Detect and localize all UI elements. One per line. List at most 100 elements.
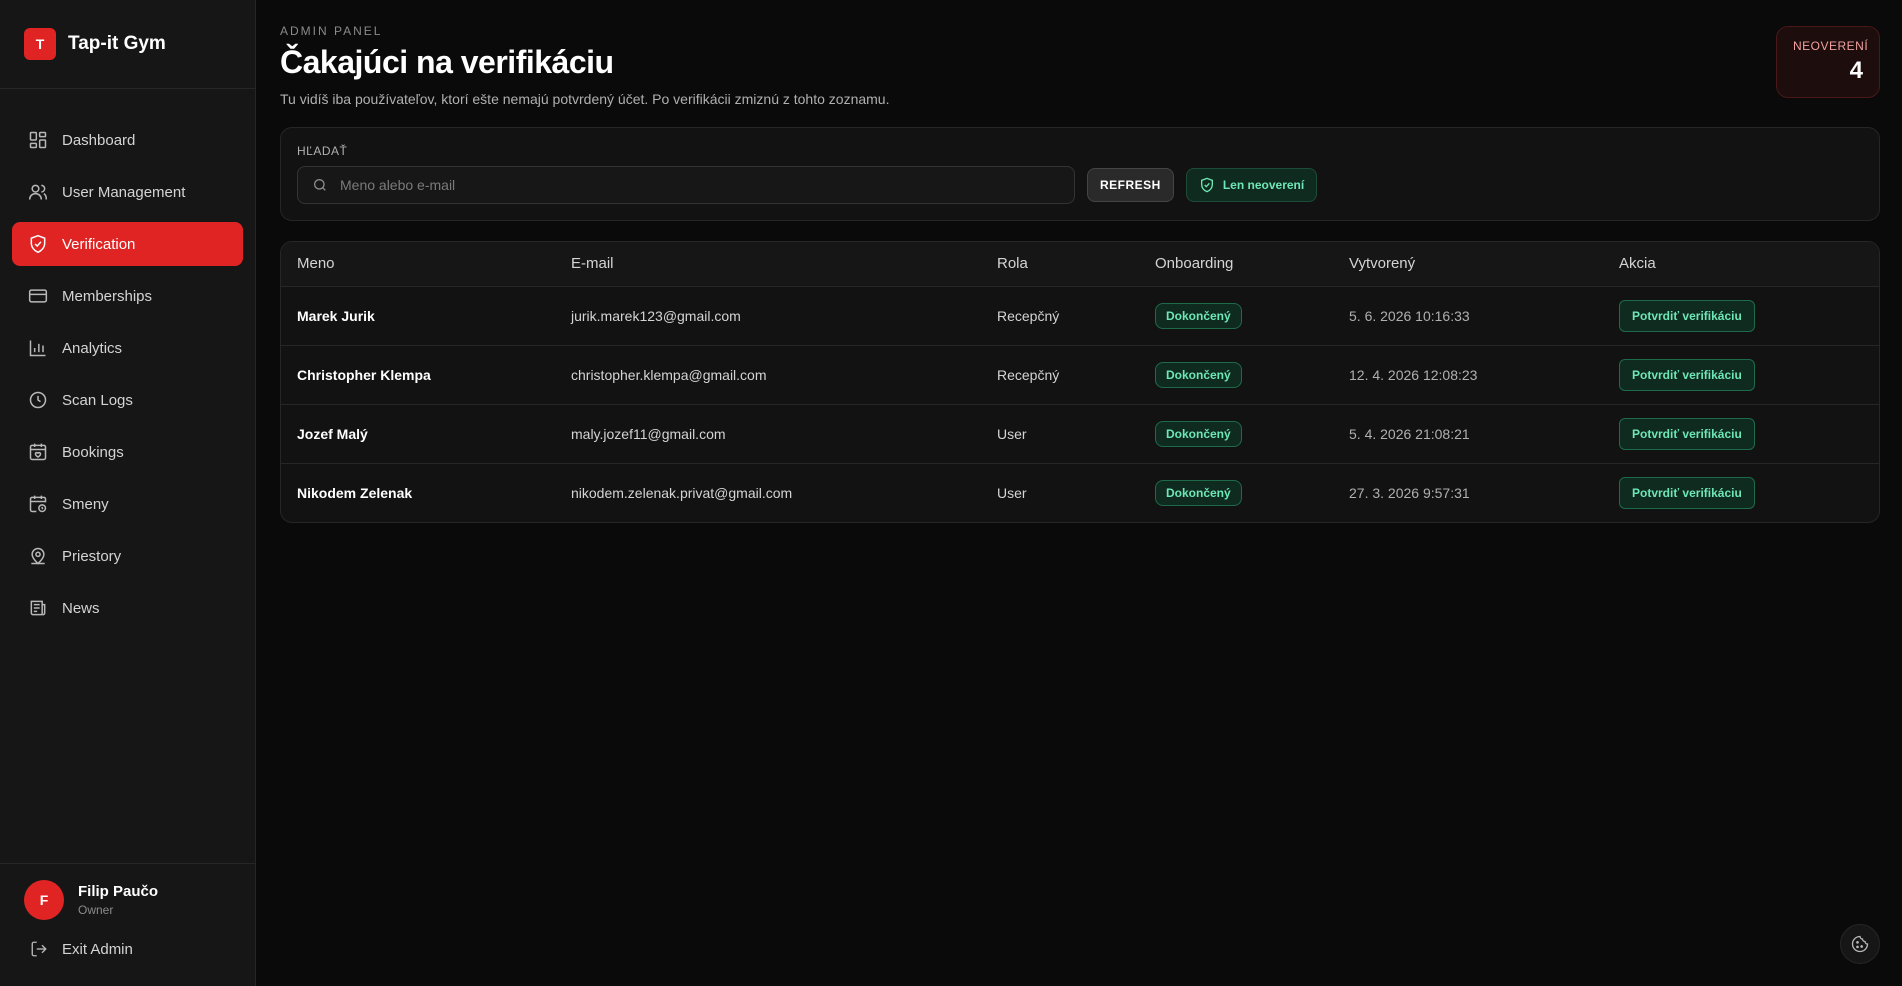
sidebar-item-memberships[interactable]: Memberships (12, 274, 243, 318)
sidebar-item-smeny[interactable]: Smeny (12, 482, 243, 526)
sidebar-item-label: Verification (62, 235, 136, 253)
shield-check-icon (30, 234, 46, 254)
sidebar-item-user-management[interactable]: User Management (12, 170, 243, 214)
eyebrow: ADMIN PANEL (280, 24, 383, 38)
sidebar-item-analytics[interactable]: Analytics (12, 326, 243, 370)
search-label: HĽADAŤ (297, 144, 348, 158)
created-cell: 27. 3. 2026 9:57:31 (1349, 484, 1470, 501)
user-role-cell: User (997, 484, 1027, 501)
only-unverified-label: Len neoverení (1222, 178, 1305, 192)
table-row: Jozef Malý maly.jozef11@gmail.com User D… (281, 404, 1879, 464)
unverified-counter: NEOVERENÍ 4 (1776, 26, 1880, 98)
main-content: ADMIN PANEL Čakajúci na verifikáciu Tu v… (256, 0, 1902, 986)
clock-icon (29, 391, 47, 409)
users-table: Meno E-mail Rola Onboarding Vytvorený Ak… (281, 242, 1879, 522)
table-row: Marek Jurik jurik.marek123@gmail.com Rec… (281, 286, 1879, 346)
column-header-created: Vytvorený (1333, 242, 1603, 287)
sidebar: T Tap-it Gym Dashboard User Management V… (0, 0, 256, 986)
user-name-cell: Christopher Klempa (281, 345, 555, 405)
counter-label: NEOVERENÍ (1793, 39, 1869, 53)
column-header-action: Akcia (1603, 242, 1879, 287)
exit-admin-button[interactable]: Exit Admin (24, 932, 231, 966)
map-pin-user-icon (31, 547, 45, 565)
sidebar-item-label: Scan Logs (62, 391, 133, 409)
search-icon (314, 179, 326, 191)
user-role: Owner (78, 903, 114, 917)
newspaper-icon (30, 600, 46, 616)
sidebar-item-news[interactable]: News (12, 586, 243, 630)
calendar-clock-icon (29, 495, 47, 513)
user-role-cell: Recepčný (981, 345, 1139, 405)
app: T Tap-it Gym Dashboard User Management V… (0, 0, 1902, 986)
brand[interactable]: T Tap-it Gym (0, 0, 255, 89)
column-header-onboarding: Onboarding (1139, 242, 1333, 287)
user-role-cell: Recepčný (981, 286, 1139, 346)
user-email-cell: maly.jozef11@gmail.com (555, 404, 981, 464)
calendar-heart-icon (29, 443, 47, 461)
sidebar-item-dashboard[interactable]: Dashboard (12, 118, 243, 162)
shield-check-icon (1200, 177, 1213, 193)
brand-logo: T (24, 28, 56, 60)
confirm-verification-button[interactable]: Potvrdiť verifikáciu (1619, 476, 1755, 509)
refresh-button[interactable]: REFRESH (1087, 168, 1174, 202)
user-email-cell: nikodem.zelenak.privat@gmail.com (571, 484, 793, 501)
users-icon (28, 184, 48, 200)
sidebar-item-label: Memberships (62, 287, 153, 305)
sidebar-item-label: Analytics (62, 339, 123, 357)
sidebar-item-label: Priestory (62, 547, 122, 565)
filter-row: REFRESH Len neoverení (297, 166, 1863, 204)
action-cell: Potvrdiť verifikáciu (1603, 345, 1879, 405)
user-name: Filip Paučo (78, 883, 159, 900)
table-row: Christopher Klempa christopher.klempa@gm… (281, 345, 1879, 405)
bar-chart-icon (29, 340, 46, 357)
users-table-card: Meno E-mail Rola Onboarding Vytvorený Ak… (280, 241, 1880, 523)
onboarding-badge: Dokončený (1155, 302, 1242, 329)
onboarding-cell: Dokončený (1139, 286, 1333, 346)
search-input[interactable] (340, 177, 1060, 193)
sidebar-item-label: Dashboard (62, 131, 136, 149)
only-unverified-toggle[interactable]: Len neoverení (1185, 168, 1318, 202)
user-name-cell: Jozef Malý (281, 404, 555, 464)
sidebar-item-priestory[interactable]: Priestory (12, 534, 243, 578)
created-cell: 12. 4. 2026 12:08:23 (1333, 345, 1603, 405)
table-header-row: Meno E-mail Rola Onboarding Vytvorený Ak… (281, 242, 1879, 287)
onboarding-badge: Dokončený (1155, 420, 1242, 447)
sidebar-nav: Dashboard User Management Verification M… (0, 89, 255, 863)
card-icon (28, 289, 48, 303)
onboarding-badge: Dokončený (1155, 361, 1242, 388)
confirm-verification-button[interactable]: Potvrdiť verifikáciu (1619, 417, 1755, 450)
onboarding-badge: Dokončený (1155, 479, 1242, 506)
sidebar-item-scan-logs[interactable]: Scan Logs (12, 378, 243, 422)
search-box[interactable] (297, 166, 1075, 204)
logout-icon (31, 941, 47, 957)
onboarding-cell: Dokončený (1139, 463, 1333, 522)
onboarding-cell: Dokončený (1139, 404, 1333, 464)
sidebar-item-bookings[interactable]: Bookings (12, 430, 243, 474)
dashboard-icon (29, 131, 47, 149)
brand-name: Tap-it Gym (68, 33, 166, 54)
exit-admin-label: Exit Admin (62, 940, 133, 958)
confirm-verification-button[interactable]: Potvrdiť verifikáciu (1619, 358, 1755, 391)
action-cell: Potvrdiť verifikáciu (1603, 286, 1879, 346)
page-title: Čakajúci na verifikáciu (280, 44, 614, 80)
table-row: Nikodem Zelenak nikodem.zelenak.privat@g… (281, 463, 1879, 522)
created-cell: 5. 6. 2026 10:16:33 (1333, 286, 1603, 346)
counter-value: 4 (1849, 57, 1863, 84)
user-profile[interactable]: F Filip Paučo Owner (24, 880, 231, 920)
user-email-cell: jurik.marek123@gmail.com (555, 286, 981, 346)
action-cell: Potvrdiť verifikáciu (1603, 463, 1879, 522)
cookie-icon (1851, 935, 1869, 953)
page-description: Tu vidíš iba používateľov, ktorí ešte ne… (280, 91, 890, 107)
sidebar-item-verification[interactable]: Verification (12, 222, 243, 266)
created-cell: 5. 4. 2026 21:08:21 (1333, 404, 1603, 464)
user-name-cell: Marek Jurik (281, 286, 555, 346)
sidebar-item-label: User Management (62, 183, 186, 201)
action-cell: Potvrdiť verifikáciu (1603, 404, 1879, 464)
user-name-cell: Nikodem Zelenak (297, 484, 413, 501)
column-header-email: E-mail (555, 242, 981, 287)
column-header-role: Rola (981, 242, 1139, 287)
confirm-verification-button[interactable]: Potvrdiť verifikáciu (1619, 299, 1755, 332)
column-header-name: Meno (281, 242, 555, 287)
cookie-settings-button[interactable] (1840, 924, 1880, 964)
user-role-cell: User (981, 404, 1139, 464)
